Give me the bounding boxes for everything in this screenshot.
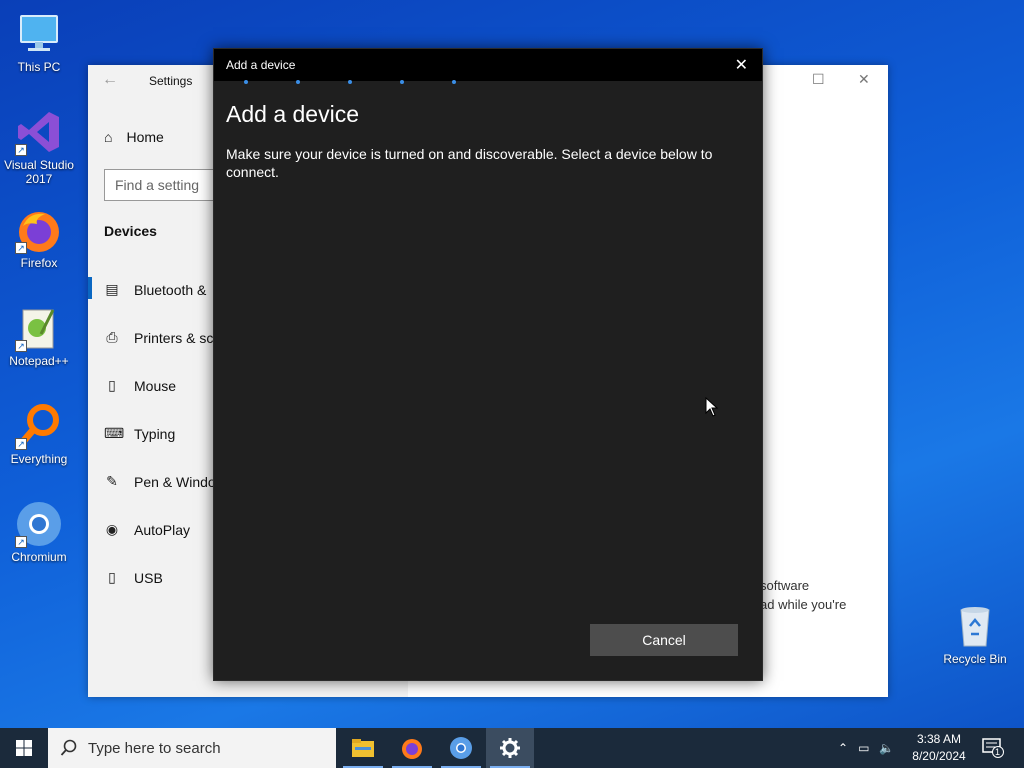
nav-item-label: Pen & Windo [134,473,216,490]
progress-dot [348,80,352,84]
visual-studio-icon: ↗ [15,108,63,156]
dialog-heading: Add a device [226,101,359,127]
nav-home[interactable]: ⌂ Home [104,129,164,145]
printer-icon: ⎙ [106,329,118,345]
add-device-dialog: Add a device ✕ Add a device Make sure yo… [213,48,763,681]
nav-item-autoplay[interactable]: ◉ AutoPlay [104,521,190,538]
chromium-icon: ↗ [15,500,63,548]
mouse-icon: ▯ [108,377,116,393]
progress-dot [452,80,456,84]
taskbar-firefox[interactable] [388,728,436,768]
notification-center-button[interactable]: 1 [982,738,1004,763]
dialog-window-title: Add a device [226,58,296,72]
recycle-bin-icon [951,602,999,650]
volume-muted-icon[interactable]: 🔈 [879,741,894,755]
nav-item-usb[interactable]: ▯ USB [104,569,163,586]
bluetooth-devices-icon: ▤ [105,281,119,297]
notification-icon [982,738,1004,758]
taskbar: Type here to search ⌃ ▭ 🔈 3:38 AM 8/20/2… [0,728,1024,768]
desktop-icon-visual-studio[interactable]: ↗ Visual Studio 2017 [0,108,78,186]
network-icon[interactable]: ▭ [858,741,869,755]
nav-item-printers[interactable]: ⎙ Printers & sc [104,329,213,346]
start-button[interactable] [0,728,48,768]
taskbar-file-explorer[interactable] [339,728,387,768]
mouse-cursor-icon [705,396,719,422]
taskbar-search-input[interactable]: Type here to search [48,728,336,768]
chromium-icon [450,737,472,759]
nav-item-label: Mouse [134,377,177,394]
desktop-icon-label: This PC [17,60,61,74]
desktop-icon-label: Visual Studio 2017 [4,158,74,186]
desktop-icon-chromium[interactable]: ↗ Chromium [0,500,78,564]
progress-dot [400,80,404,84]
back-arrow-icon[interactable]: ← [102,71,118,89]
chevron-up-icon[interactable]: ⌃ [838,741,848,755]
this-pc-icon [15,10,63,58]
nav-item-mouse[interactable]: ▯ Mouse [104,377,176,394]
notepadpp-icon: ↗ [15,304,63,352]
maximize-icon[interactable]: ☐ [812,71,825,88]
dialog-description: Make sure your device is turned on and d… [226,146,713,180]
autoplay-icon: ◉ [105,521,119,537]
progress-dot [244,80,248,84]
desktop-icon-everything[interactable]: ↗ Everything [0,402,78,466]
device-list [226,189,750,609]
desktop-icon-notepadpp[interactable]: ↗ Notepad++ [0,304,78,368]
taskbar-clock[interactable]: 3:38 AM 8/20/2024 [904,731,974,765]
background-text-line: software [760,578,810,593]
settings-icon [500,738,520,758]
desktop-icon-this-pc[interactable]: This PC [0,10,78,74]
nav-item-label: Bluetooth & [134,281,207,298]
nav-item-bluetooth[interactable]: ▤ Bluetooth & [104,281,206,298]
home-icon: ⌂ [104,129,113,145]
nav-item-label: Typing [134,425,176,442]
taskbar-chromium[interactable] [437,728,485,768]
system-tray: ⌃ ▭ 🔈 [838,728,894,768]
close-icon[interactable]: ✕ [735,55,748,75]
search-icon [60,739,77,756]
settings-window-title: Settings [149,74,193,88]
cancel-button[interactable]: Cancel [590,624,738,656]
keyboard-icon: ⌨ [104,425,125,441]
notification-count-badge: 1 [995,747,1001,757]
close-icon[interactable]: ✕ [858,71,870,88]
windows-logo-icon [16,740,32,756]
taskbar-search-placeholder: Type here to search [88,739,221,757]
background-text-line: ad while you're [760,597,847,612]
nav-item-label: Printers & sc [134,329,214,346]
progress-dots [244,80,456,84]
nav-item-typing[interactable]: ⌨ Typing [104,425,175,442]
usb-icon: ▯ [108,569,116,585]
desktop-icon-label: Recycle Bin [943,652,1007,666]
pen-icon: ✎ [106,473,118,489]
everything-search-icon: ↗ [15,402,63,450]
nav-item-pen[interactable]: ✎ Pen & Windo [104,473,216,490]
desktop-icon-label: Everything [10,452,68,466]
clock-time: 3:38 AM [916,732,962,746]
clock-date: 8/20/2024 [912,749,966,763]
firefox-icon: ↗ [15,206,63,254]
desktop-icon-label: Chromium [11,550,67,564]
desktop-icon-firefox[interactable]: ↗ Firefox [0,206,78,270]
nav-home-label: Home [126,129,164,145]
taskbar-settings[interactable] [486,728,534,768]
nav-item-label: USB [134,569,163,586]
dialog-titlebar: Add a device ✕ [214,49,762,81]
progress-dot [296,80,300,84]
nav-item-label: AutoPlay [134,521,191,538]
desktop-icon-label: Notepad++ [9,354,69,368]
firefox-icon [402,739,422,759]
desktop-icon-recycle-bin[interactable]: Recycle Bin [936,602,1014,666]
file-explorer-icon [352,739,374,757]
nav-active-indicator [88,277,92,299]
section-heading-devices: Devices [104,223,157,239]
desktop-icon-label: Firefox [20,256,58,270]
